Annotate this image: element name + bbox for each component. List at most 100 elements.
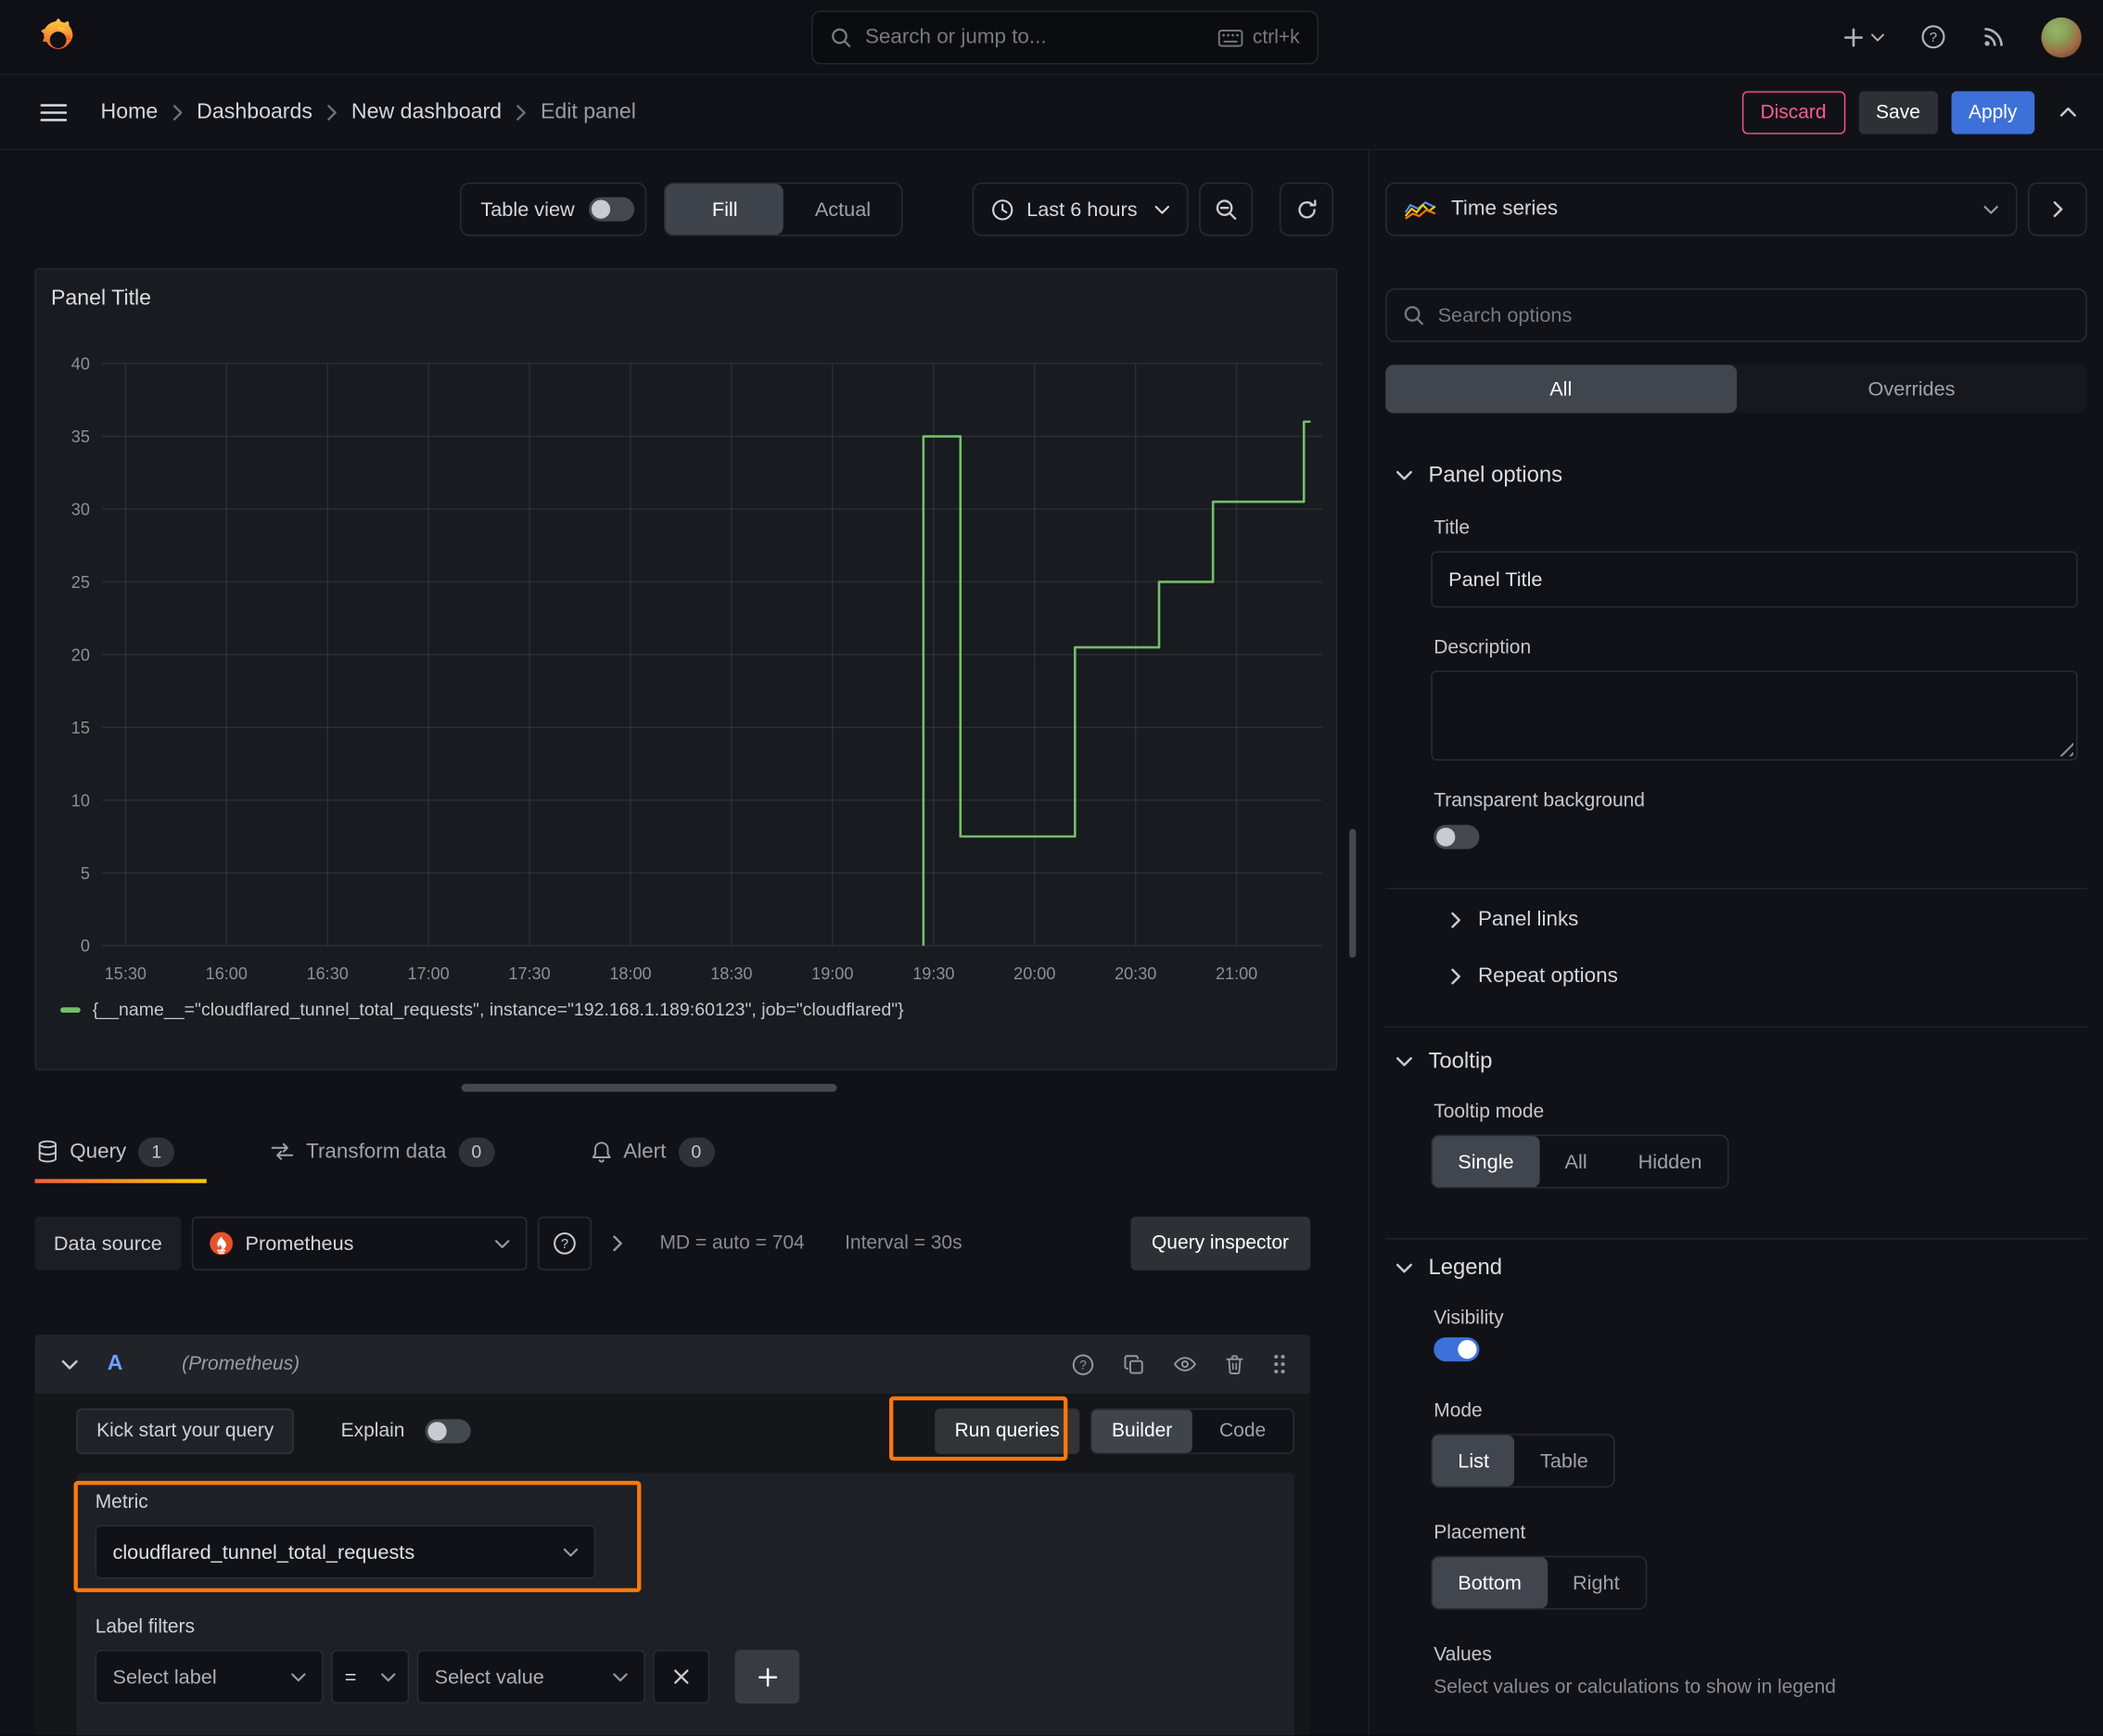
remove-filter-button[interactable]: [653, 1650, 710, 1704]
panel-preview: Panel Title 15:30 16:00 16:30 17:00 17:30 18:…: [34, 268, 1338, 1071]
table-view-toggle[interactable]: [589, 197, 635, 222]
fill-option[interactable]: Fill: [666, 184, 784, 236]
code-option[interactable]: Code: [1192, 1410, 1293, 1452]
legend-visibility-label: Visibility: [1434, 1308, 1504, 1330]
duplicate-query-icon[interactable]: [1124, 1354, 1144, 1374]
query-row-header[interactable]: A (Prometheus) ?: [34, 1334, 1311, 1394]
legend-mode-list[interactable]: List: [1432, 1435, 1515, 1487]
add-filter-button[interactable]: [734, 1650, 800, 1704]
legend-values-label: Values: [1434, 1644, 1492, 1666]
hide-response-eye-icon[interactable]: [1174, 1356, 1197, 1372]
chevron-down-icon: [613, 1672, 628, 1681]
legend-mode-table[interactable]: Table: [1515, 1436, 1614, 1487]
apply-button[interactable]: Apply: [1951, 90, 2035, 134]
tab-alert[interactable]: Alert 0: [589, 1120, 746, 1183]
tab-query[interactable]: Query 1: [34, 1120, 208, 1183]
breadcrumb-home[interactable]: Home: [100, 100, 158, 124]
global-search[interactable]: ctrl+k: [811, 10, 1319, 65]
transparent-background-toggle[interactable]: [1434, 824, 1480, 849]
refresh-button[interactable]: [1279, 182, 1333, 236]
legend-placement-right[interactable]: Right: [1548, 1557, 1646, 1608]
tab-transform-data[interactable]: Transform data 0: [269, 1120, 527, 1183]
explain-toggle[interactable]: [425, 1419, 471, 1444]
discard-button[interactable]: Discard: [1741, 90, 1845, 134]
svg-text:20:00: 20:00: [1013, 964, 1055, 983]
options-search-input[interactable]: [1437, 303, 2070, 327]
user-avatar[interactable]: [2041, 17, 2082, 57]
zoom-out-icon: [1215, 198, 1238, 221]
query-help-icon[interactable]: ?: [1072, 1353, 1095, 1376]
svg-text:40: 40: [71, 354, 90, 373]
legend-values-hint: Select values or calculations to show in…: [1434, 1677, 1836, 1699]
legend-visibility-toggle[interactable]: [1434, 1337, 1480, 1362]
legend-item[interactable]: {__name__="cloudflared_tunnel_total_requ…: [60, 1000, 904, 1019]
tab-alert-label: Alert: [623, 1139, 667, 1163]
collapse-options-pane-button[interactable]: [2028, 182, 2087, 236]
actual-option[interactable]: Actual: [784, 184, 901, 235]
panel-title-input[interactable]: [1431, 551, 2078, 608]
add-new-button[interactable]: [1842, 26, 1884, 47]
max-data-points-stat: MD = auto = 704: [659, 1232, 805, 1255]
tab-overrides[interactable]: Overrides: [1736, 364, 2086, 413]
datasource-help-button[interactable]: ?: [537, 1216, 592, 1270]
edit-panel-main: Table view Fill Actual Last 6 hours Pane…: [0, 150, 1368, 1736]
chevron-down-icon: [494, 1239, 510, 1248]
resize-handle-icon[interactable]: [2057, 740, 2074, 757]
query-row-actions: ?: [1072, 1353, 1286, 1376]
breadcrumb-dashboards[interactable]: Dashboards: [197, 100, 312, 124]
visualization-picker-row: Time series: [1385, 182, 2087, 236]
menu-toggle-icon[interactable]: [40, 103, 68, 121]
tooltip-section-header[interactable]: Tooltip: [1396, 1049, 2087, 1074]
section-divider: [1385, 1238, 2087, 1240]
select-value-dropdown[interactable]: Select value: [416, 1650, 645, 1704]
metric-select[interactable]: cloudflared_tunnel_total_requests: [95, 1525, 596, 1579]
datasource-picker[interactable]: Prometheus: [191, 1216, 528, 1270]
options-search[interactable]: [1385, 287, 2087, 342]
operator-dropdown[interactable]: =: [331, 1650, 410, 1704]
tab-all-options[interactable]: All: [1385, 364, 1737, 414]
timeseries-chart[interactable]: 15:30 16:00 16:30 17:00 17:30 18:00 18:30 19:00…: [47, 337, 1328, 986]
builder-option[interactable]: Builder: [1091, 1410, 1192, 1453]
tooltip-mode-hidden[interactable]: Hidden: [1612, 1136, 1727, 1187]
vertical-scrollbar[interactable]: [1349, 828, 1357, 958]
select-label-dropdown[interactable]: Select label: [95, 1650, 324, 1704]
query-inspector-button[interactable]: Query inspector: [1129, 1216, 1311, 1270]
panel-links-section[interactable]: Panel links: [1451, 905, 2087, 935]
drag-handle-icon[interactable]: [1273, 1353, 1286, 1374]
tooltip-mode-all[interactable]: All: [1539, 1136, 1612, 1187]
tooltip-mode-single[interactable]: Single: [1432, 1136, 1540, 1188]
run-queries-button[interactable]: Run queries: [934, 1408, 1080, 1454]
explain-label: Explain: [340, 1420, 405, 1442]
panel-options-section-header[interactable]: Panel options: [1396, 463, 2087, 488]
legend-placement-bottom[interactable]: Bottom: [1432, 1557, 1548, 1609]
chevron-up-icon[interactable]: [2059, 107, 2076, 117]
horizontal-scrollbar[interactable]: [461, 1083, 837, 1092]
datasource-label: Data source: [34, 1216, 182, 1270]
zoom-out-button[interactable]: [1199, 182, 1253, 236]
breadcrumb-new-dashboard[interactable]: New dashboard: [351, 100, 502, 124]
top-nav-actions: ?: [1842, 17, 2082, 57]
query-row-card: A (Prometheus) ? Kick start your query E…: [34, 1334, 1311, 1736]
chevron-down-icon: [1396, 1263, 1412, 1273]
help-button[interactable]: ?: [1920, 24, 1945, 49]
svg-text:0: 0: [81, 937, 90, 955]
chevron-down-icon[interactable]: [61, 1359, 78, 1369]
query-options-expand-icon[interactable]: [613, 1235, 622, 1252]
kick-start-query-button[interactable]: Kick start your query: [76, 1408, 295, 1454]
grafana-logo[interactable]: [36, 16, 75, 57]
news-button[interactable]: [1982, 25, 2006, 48]
description-input[interactable]: [1431, 670, 2078, 761]
chevron-down-icon: [563, 1547, 579, 1556]
global-search-input[interactable]: [864, 25, 1204, 50]
query-builder-editor: Metric cloudflared_tunnel_total_requests…: [76, 1473, 1294, 1736]
time-range-picker[interactable]: Last 6 hours: [973, 182, 1189, 236]
repeat-options-section[interactable]: Repeat options: [1451, 962, 2087, 991]
plus-icon: [1842, 26, 1864, 47]
save-button[interactable]: Save: [1858, 90, 1938, 134]
visualization-select[interactable]: Time series: [1385, 182, 2018, 236]
grafana-edit-panel: ctrl+k ?: [0, 0, 2103, 1736]
legend-section-header[interactable]: Legend: [1396, 1256, 2087, 1281]
panel-actions: Discard Save Apply: [1741, 90, 2076, 134]
svg-text:19:00: 19:00: [811, 964, 853, 983]
remove-query-trash-icon[interactable]: [1226, 1354, 1243, 1374]
